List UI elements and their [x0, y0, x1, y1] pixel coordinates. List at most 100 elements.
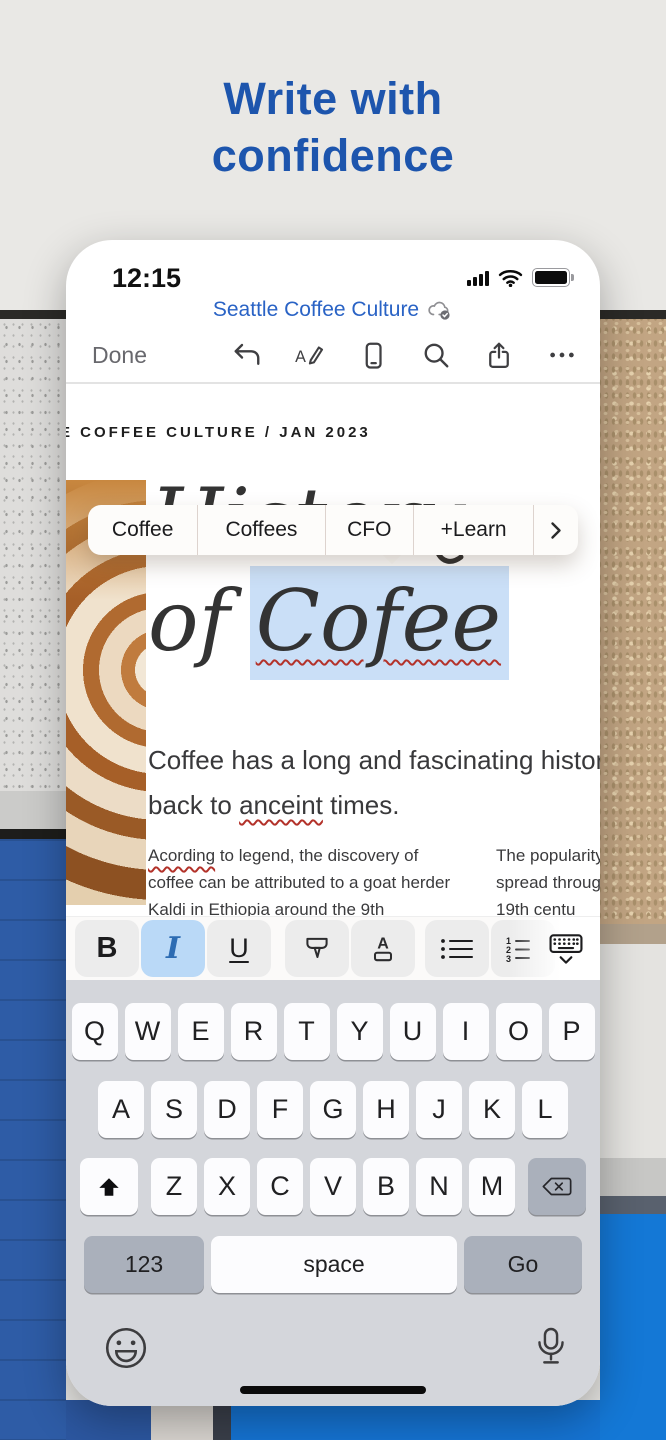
- background-bottom-dark-blue: [66, 1400, 151, 1440]
- microphone-icon[interactable]: [534, 1322, 568, 1370]
- suggestion-coffee[interactable]: Coffee: [88, 505, 198, 555]
- document-breadcrumb: E COFFEE CULTURE / JAN 2023: [66, 424, 371, 441]
- suggestions-more-button[interactable]: [534, 505, 578, 555]
- key-c[interactable]: C: [257, 1158, 303, 1215]
- key-g[interactable]: G: [310, 1081, 356, 1138]
- background-blue-tiles-left: [0, 839, 66, 1440]
- key-q[interactable]: Q: [72, 1003, 118, 1060]
- key-z[interactable]: Z: [151, 1158, 197, 1215]
- background-speckled-wall: [0, 319, 66, 791]
- key-k[interactable]: K: [469, 1081, 515, 1138]
- backspace-key[interactable]: [528, 1158, 586, 1215]
- dismiss-keyboard-icon[interactable]: [543, 929, 589, 969]
- document-title[interactable]: Seattle Coffee Culture: [213, 298, 419, 322]
- selected-misspelled-word[interactable]: Cofee: [250, 566, 509, 680]
- key-l[interactable]: L: [522, 1081, 568, 1138]
- go-key[interactable]: Go: [464, 1236, 582, 1293]
- status-bar-icons: [467, 268, 570, 287]
- column-left: Acording to legend, the discovery of cof…: [148, 842, 448, 916]
- background-right-band: [600, 1158, 666, 1196]
- editor-toolbar: Done A: [66, 332, 600, 382]
- background-bottom-tile: [151, 1400, 213, 1440]
- app-store-screenshot: Write with confidence 12:15 Seattl: [0, 0, 666, 1440]
- cellular-signal-icon: [467, 270, 489, 286]
- key-i[interactable]: I: [443, 1003, 489, 1060]
- autocorrect-suggestion-bar: Coffee Coffees CFO +Learn: [88, 505, 578, 555]
- misspelled-acording[interactable]: Acording: [148, 846, 215, 865]
- search-icon[interactable]: [421, 340, 451, 370]
- ios-keyboard: Q W E R T Y U I O P A S D F G H J K L: [66, 980, 600, 1406]
- key-x[interactable]: X: [204, 1158, 250, 1215]
- key-a[interactable]: A: [98, 1081, 144, 1138]
- cork-board-photo: [600, 319, 666, 924]
- emoji-icon[interactable]: [104, 1326, 148, 1370]
- status-bar-time: 12:15: [112, 263, 181, 294]
- key-m[interactable]: M: [469, 1158, 515, 1215]
- document-columns[interactable]: Acording to legend, the discovery of cof…: [66, 842, 600, 916]
- key-f[interactable]: F: [257, 1081, 303, 1138]
- document-title-row: Seattle Coffee Culture: [66, 298, 600, 322]
- keyboard-row1: Q W E R T Y U I O P: [66, 1003, 600, 1060]
- wifi-icon: [498, 268, 523, 287]
- document-heading-line2[interactable]: ofCofee: [148, 572, 509, 702]
- bold-button[interactable]: B: [75, 920, 139, 977]
- cork-board-edge: [600, 924, 666, 944]
- key-y[interactable]: Y: [337, 1003, 383, 1060]
- misspelled-anceint[interactable]: anceint: [239, 790, 323, 820]
- document-body-paragraph[interactable]: Coffee has a long and fascinating histor…: [148, 738, 600, 828]
- font-color-icon[interactable]: A: [351, 920, 415, 977]
- numbers-key[interactable]: 123: [84, 1236, 204, 1293]
- background-left-dark-line: [0, 829, 66, 839]
- key-t[interactable]: T: [284, 1003, 330, 1060]
- keyboard-row2: A S D F G H J K L: [66, 1081, 600, 1138]
- space-key[interactable]: space: [211, 1236, 457, 1293]
- body-line2: back to anceint times.: [148, 783, 600, 828]
- formatting-toolbar: B I U A: [66, 916, 600, 981]
- italic-button-active[interactable]: I: [141, 920, 205, 977]
- key-e[interactable]: E: [178, 1003, 224, 1060]
- suggestion-cfo[interactable]: CFO: [326, 505, 414, 555]
- background-left-band: [0, 791, 66, 829]
- key-o[interactable]: O: [496, 1003, 542, 1060]
- keyboard-row4: 123 space Go: [66, 1236, 600, 1293]
- bullet-list-icon[interactable]: [425, 920, 489, 977]
- column-right: The popularity spread through 19th centu: [496, 842, 600, 916]
- undo-icon[interactable]: [232, 340, 262, 370]
- background-right-gray: [600, 944, 666, 1158]
- suggestion-learn[interactable]: +Learn: [414, 505, 534, 555]
- shift-key[interactable]: [80, 1158, 138, 1215]
- home-indicator[interactable]: [240, 1386, 426, 1394]
- key-b[interactable]: B: [363, 1158, 409, 1215]
- key-v[interactable]: V: [310, 1158, 356, 1215]
- key-j[interactable]: J: [416, 1081, 462, 1138]
- svg-text:A: A: [295, 348, 306, 366]
- key-n[interactable]: N: [416, 1158, 462, 1215]
- done-button[interactable]: Done: [92, 342, 147, 369]
- key-h[interactable]: H: [363, 1081, 409, 1138]
- key-p[interactable]: P: [549, 1003, 595, 1060]
- key-u[interactable]: U: [390, 1003, 436, 1060]
- share-icon[interactable]: [484, 340, 514, 370]
- more-ellipsis-icon[interactable]: [547, 340, 577, 370]
- mobile-view-icon[interactable]: [358, 340, 388, 370]
- body-line1: Coffee has a long and fascinating histor…: [148, 738, 600, 783]
- phone-mockup: 12:15 Seattle Coffee Culture: [66, 240, 600, 1406]
- chevron-right-icon: [550, 521, 562, 540]
- background-right-dark-band: [600, 1196, 666, 1214]
- document-heading-line1[interactable]: History: [150, 452, 570, 505]
- key-r[interactable]: R: [231, 1003, 277, 1060]
- toolbar-divider: [66, 382, 600, 384]
- pen-edit-icon[interactable]: A: [294, 340, 324, 370]
- marketing-headline: Write with confidence: [0, 70, 666, 184]
- key-w[interactable]: W: [125, 1003, 171, 1060]
- highlighter-icon[interactable]: [285, 920, 349, 977]
- key-d[interactable]: D: [204, 1081, 250, 1138]
- svg-text:A: A: [377, 935, 389, 952]
- heading-prefix: of: [148, 572, 230, 670]
- background-blue-tiles-right: [600, 1214, 666, 1440]
- underline-button[interactable]: U: [207, 920, 271, 977]
- battery-icon: [532, 268, 570, 287]
- key-s[interactable]: S: [151, 1081, 197, 1138]
- background-bottom-gap: [213, 1400, 231, 1440]
- suggestion-coffees[interactable]: Coffees: [198, 505, 325, 555]
